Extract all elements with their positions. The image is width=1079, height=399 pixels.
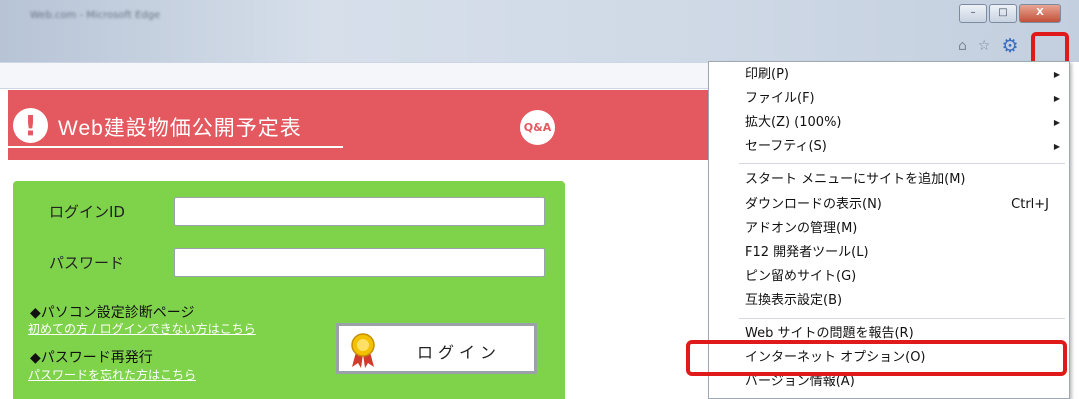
page-title: Web建設物価公開予定表 — [58, 117, 302, 140]
title-underline — [8, 146, 343, 148]
menu-item-compat-view[interactable]: 互換表示設定(B) — [709, 289, 1069, 313]
menu-item-view-downloads[interactable]: ダウンロードの表示(N) Ctrl+J — [709, 193, 1069, 217]
menu-item-print[interactable]: 印刷(P) ▶ — [709, 63, 1069, 87]
home-icon[interactable]: ⌂ — [958, 38, 967, 54]
menu-item-label: F12 開発者ツール(L) — [745, 245, 869, 260]
menu-item-label: 互換表示設定(B) — [745, 293, 843, 308]
submenu-arrow-icon: ▶ — [1053, 118, 1060, 127]
command-bar — [0, 62, 708, 89]
browser-toolbar-icons: ⌂ ☆ ⚙ — [958, 35, 1019, 57]
menu-item-label: ピン留めサイト(G) — [745, 269, 857, 284]
submenu-arrow-icon: ▶ — [1053, 142, 1060, 151]
menu-item-pinned-sites[interactable]: ピン留めサイト(G) — [709, 265, 1069, 289]
menu-item-label: アドオンの管理(M) — [745, 221, 858, 236]
menu-item-label: スタート メニューにサイトを追加(M) — [745, 172, 966, 187]
menu-item-zoom[interactable]: 拡大(Z) (100%) ▶ — [709, 111, 1069, 135]
menu-item-label: 拡大(Z) (100%) — [745, 115, 842, 130]
maximize-button[interactable]: □ — [989, 4, 1017, 23]
diagnosis-heading: ◆パソコン設定診断ページ — [30, 305, 195, 321]
reissue-link[interactable]: パスワードを忘れた方はこちら — [28, 366, 196, 383]
menu-item-manage-addons[interactable]: アドオンの管理(M) — [709, 217, 1069, 241]
menu-separator — [739, 318, 1065, 319]
alert-icon: ! — [13, 108, 48, 143]
window-title: Web.com - Microsoft Edge — [30, 10, 161, 21]
menu-item-label: Web サイトの問題を報告(R) — [745, 326, 914, 341]
menu-item-label: 印刷(P) — [745, 67, 789, 82]
password-field[interactable] — [174, 248, 545, 277]
minimize-button[interactable]: – — [959, 4, 987, 23]
menu-item-safety[interactable]: セーフティ(S) ▶ — [709, 135, 1069, 159]
browser-titlebar: Web.com - Microsoft Edge – □ X ⌂ ☆ ⚙ — [0, 0, 1079, 62]
reissue-heading: ◆パスワード再発行 — [30, 350, 153, 366]
menu-item-add-to-start[interactable]: スタート メニューにサイトを追加(M) — [709, 168, 1069, 192]
submenu-arrow-icon: ▶ — [1053, 94, 1060, 103]
window-controls: – □ X — [957, 4, 1061, 23]
diagnosis-link[interactable]: 初めての方 / ログインできない方はこちら — [28, 320, 256, 337]
submenu-arrow-icon: ▶ — [1053, 70, 1060, 79]
password-label: パスワード — [49, 254, 125, 272]
menu-item-file[interactable]: ファイル(F) ▶ — [709, 87, 1069, 111]
star-icon[interactable]: ☆ — [978, 38, 991, 54]
login-id-field[interactable] — [174, 197, 545, 226]
menu-item-label: バージョン情報(A) — [745, 374, 855, 389]
close-button[interactable]: X — [1019, 4, 1061, 23]
login-button[interactable]: ログイン — [336, 323, 537, 374]
internet-options-highlight-box — [686, 340, 1067, 376]
menu-item-dev-tools[interactable]: F12 開発者ツール(L) — [709, 241, 1069, 265]
login-button-label: ログイン — [417, 343, 502, 362]
menu-item-label: ダウンロードの表示(N) — [745, 197, 882, 212]
login-id-label: ログインID — [49, 203, 125, 221]
medal-icon — [351, 333, 375, 368]
gear-icon[interactable]: ⚙ — [1001, 35, 1018, 57]
menu-separator — [739, 163, 1065, 164]
qa-button[interactable]: Q&A — [520, 110, 555, 145]
menu-item-label: ファイル(F) — [745, 91, 815, 106]
menu-item-shortcut: Ctrl+J — [1011, 197, 1049, 212]
menu-item-label: セーフティ(S) — [745, 139, 827, 154]
